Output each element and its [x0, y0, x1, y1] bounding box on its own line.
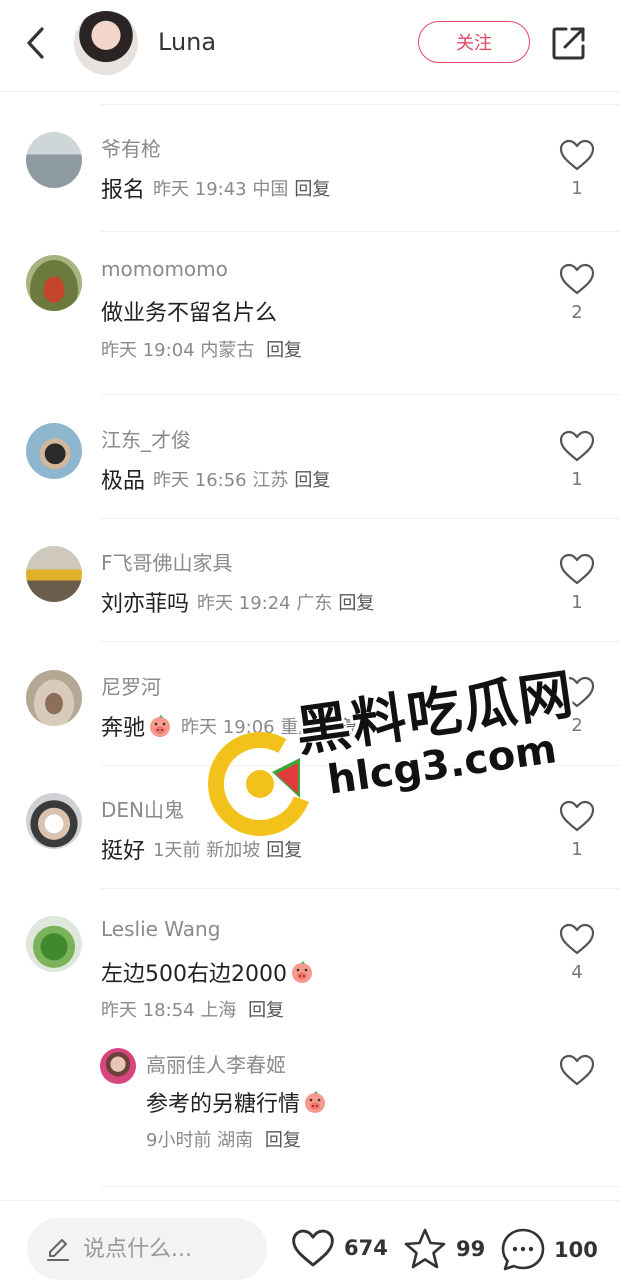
- comment-input-box[interactable]: [27, 1218, 267, 1280]
- star-icon[interactable]: [402, 1227, 448, 1271]
- pig-face-sticker-icon: [150, 715, 171, 737]
- comment-username[interactable]: DEN山鬼: [101, 794, 184, 823]
- user-avatar[interactable]: [26, 793, 82, 849]
- favorite-total: 99: [456, 1237, 486, 1261]
- divider: [100, 394, 620, 395]
- follow-button[interactable]: 关注: [418, 21, 530, 63]
- comment-body: 奔驰: [101, 716, 146, 741]
- comment-username[interactable]: momomomo: [101, 257, 228, 281]
- like-count: 1: [571, 178, 583, 199]
- comment-body: 做业务不留名片么: [101, 301, 278, 326]
- user-avatar[interactable]: [26, 423, 82, 479]
- comment-input[interactable]: [83, 1236, 253, 1262]
- reply-button[interactable]: 回复: [248, 1000, 284, 1021]
- divider: [100, 641, 620, 642]
- comment-meta: 1天前 新加坡: [153, 840, 261, 861]
- like-action[interactable]: 674: [290, 1227, 388, 1269]
- pig-face-sticker-icon: [305, 1091, 326, 1113]
- comment-username[interactable]: F飞哥佛山家具: [101, 547, 233, 576]
- comment-username[interactable]: Leslie Wang: [101, 917, 220, 941]
- comment-meta: 昨天 19:24 广东: [197, 593, 333, 614]
- favorite-action[interactable]: 99: [402, 1227, 485, 1271]
- heart-icon[interactable]: [558, 799, 596, 833]
- reply-button[interactable]: 回复: [265, 1130, 301, 1151]
- top-bar: Luna 关注: [0, 0, 620, 92]
- comment-text: 刘亦菲吗 昨天 19:24 广东 回复: [101, 586, 374, 618]
- reply-username[interactable]: 高丽佳人李春姬: [146, 1049, 286, 1078]
- like-count: 1: [571, 839, 583, 860]
- divider: [100, 1186, 620, 1187]
- heart-icon[interactable]: [558, 262, 596, 296]
- reply-button[interactable]: 回复: [294, 466, 330, 492]
- comment-username[interactable]: 尼罗河: [101, 671, 161, 700]
- user-avatar[interactable]: [26, 132, 82, 188]
- pig-face-sticker-icon: [291, 961, 312, 983]
- like-count: 4: [571, 962, 583, 983]
- comment-meta: 昨天 19:43 中国: [153, 179, 289, 200]
- comment-meta-row: 昨天 19:04 内蒙古 回复: [101, 336, 302, 362]
- comment-text: 极品 昨天 16:56 江苏 回复: [101, 463, 330, 495]
- heart-icon[interactable]: [558, 429, 596, 463]
- comment-text: 做业务不留名片么: [101, 295, 277, 327]
- comment-body: 左边500右边2000: [101, 962, 287, 987]
- author-name[interactable]: Luna: [158, 28, 216, 56]
- comment-total: 100: [554, 1238, 598, 1262]
- pencil-icon: [47, 1239, 69, 1261]
- heart-icon[interactable]: [290, 1227, 336, 1269]
- reply-button[interactable]: 回复: [266, 836, 302, 862]
- comment-action[interactable]: 100: [500, 1227, 598, 1273]
- reply-button[interactable]: 回复: [294, 175, 330, 201]
- like-count: 1: [571, 592, 583, 613]
- user-avatar[interactable]: [26, 916, 82, 972]
- reply-text: 参考的另糖行情: [146, 1086, 328, 1118]
- comment-meta: 昨天 18:54 上海: [101, 1000, 237, 1021]
- divider: [100, 518, 620, 519]
- like-count: 2: [571, 302, 583, 323]
- reply-meta-row: 9小时前 湖南 回复: [146, 1126, 301, 1152]
- comment-text: 报名 昨天 19:43 中国 回复: [101, 172, 330, 204]
- comment-text: 左边500右边2000: [101, 956, 315, 988]
- bottom-action-bar: 674 99 100: [0, 1200, 620, 1280]
- heart-icon[interactable]: [558, 922, 596, 956]
- reply-body: 参考的另糖行情: [146, 1092, 301, 1117]
- comment-body: 极品: [101, 469, 146, 494]
- comment-meta-row: 昨天 18:54 上海 回复: [101, 996, 284, 1022]
- like-total: 674: [344, 1236, 388, 1260]
- comment-meta: 昨天 16:56 江苏: [153, 470, 289, 491]
- comment-body: 报名: [101, 178, 146, 203]
- divider: [100, 888, 620, 889]
- author-avatar[interactable]: [74, 11, 138, 75]
- divider: [100, 231, 620, 232]
- heart-icon[interactable]: [558, 138, 596, 172]
- back-arrow-icon[interactable]: [20, 24, 54, 62]
- divider: [100, 104, 620, 105]
- heart-icon[interactable]: [558, 1053, 596, 1087]
- user-avatar[interactable]: [26, 670, 82, 726]
- comment-username[interactable]: 爷有枪: [101, 133, 161, 162]
- comment-body: 挺好: [101, 839, 146, 864]
- comment-bubble-icon[interactable]: [500, 1227, 546, 1273]
- comment-text: 挺好 1天前 新加坡 回复: [101, 833, 302, 865]
- reply-button[interactable]: 回复: [338, 589, 374, 615]
- like-count: 1: [571, 469, 583, 490]
- share-icon[interactable]: [550, 24, 588, 62]
- comment-meta: 昨天 19:04 内蒙古: [101, 340, 255, 361]
- user-avatar[interactable]: [26, 546, 82, 602]
- comment-body: 刘亦菲吗: [101, 592, 190, 617]
- reply-button[interactable]: 回复: [266, 340, 302, 361]
- reply-meta: 9小时前 湖南: [146, 1130, 254, 1151]
- comment-username[interactable]: 江东_才俊: [101, 424, 191, 453]
- watermark-logo-icon: [208, 732, 312, 836]
- user-avatar[interactable]: [26, 255, 82, 311]
- user-avatar[interactable]: [100, 1048, 136, 1084]
- heart-icon[interactable]: [558, 552, 596, 586]
